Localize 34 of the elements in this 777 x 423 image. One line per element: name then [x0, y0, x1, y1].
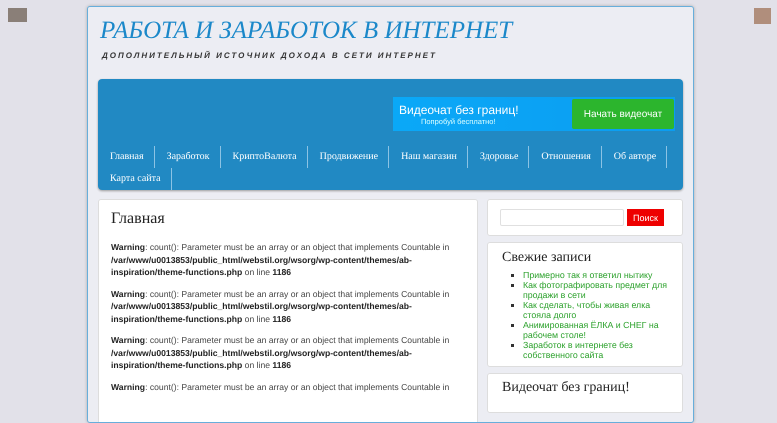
post-link[interactable]: Заработок в интернете без собственного сайта [523, 340, 672, 360]
ad-headline: Видеочат без границ! [399, 102, 519, 116]
post-link[interactable]: Как сделать, чтобы живая елка стояла долго [523, 300, 672, 320]
nav-link[interactable]: Карта сайта [98, 168, 172, 190]
php-warning: Warning: count(): Parameter must be an array or an object that implements Countable in /var/www/u0013853/public_html/webstil.org/wsorg/wp-content/themes/ab-inspiration/theme-functions.php on line 1186 [111, 334, 450, 372]
post-link[interactable]: Примерно так я ответил нытику [523, 270, 652, 280]
photo-placeholder[interactable] [8, 8, 27, 22]
search-field[interactable] [500, 209, 624, 226]
search-button[interactable]: Поиск [627, 209, 664, 226]
nav-link[interactable]: Главная [98, 146, 155, 168]
nav-link[interactable]: Об авторе [602, 146, 668, 168]
bullet-icon [511, 274, 514, 277]
page-heading: Главная [111, 210, 166, 228]
start-videochat-button[interactable]: Начать видеочат [572, 99, 674, 129]
php-warning: Warning: count(): Parameter must be an array or an object that implements Countable in /var/www/u0013853/public_html/webstil.org/wsorg/wp-content/themes/ab-inspiration/theme-functions.php on line 1186 [111, 241, 450, 278]
php-warning: Warning: count(): Parameter must be an array or an object that implements Countable in [111, 380, 450, 393]
bullet-icon [511, 304, 514, 307]
photo-placeholder[interactable] [754, 8, 771, 24]
post-link[interactable]: Анимированная ЁЛКА и СНЕГ на рабочем столе! [523, 320, 672, 340]
bullet-icon [511, 324, 514, 327]
php-warning: Warning: count(): Parameter must be an array or an object that implements Countable in /var/www/u0013853/public_html/webstil.org/wsorg/wp-content/themes/ab-inspiration/theme-functions.php on line 1186 [111, 288, 450, 325]
nav-link[interactable]: КриптоВалюта [220, 146, 308, 168]
nav-link[interactable]: Здоровье [468, 146, 530, 168]
bullet-icon [511, 344, 514, 347]
site-tagline: ДОПОЛНИТЕЛЬНЫЙ ИСТОЧНИК ДОХОДА В СЕТИ ИНТЕРНЕТ [102, 51, 437, 60]
site-title[interactable]: РАБОТА И ЗАРАБОТОК В ИНТЕРНЕТ [100, 17, 512, 45]
nav-link[interactable]: Наш магазин [389, 146, 468, 168]
widget-title: Видеочат без границ! [502, 380, 631, 396]
widget-title: Свежие записи [502, 250, 592, 266]
post-link[interactable]: Как фотографировать предмет для продажи в сети [523, 280, 672, 300]
nav-link[interactable]: Продвижение [308, 146, 390, 168]
bullet-icon [511, 284, 514, 287]
nav-link[interactable]: Заработок [154, 146, 221, 168]
nav-link[interactable]: Отношения [529, 146, 602, 168]
